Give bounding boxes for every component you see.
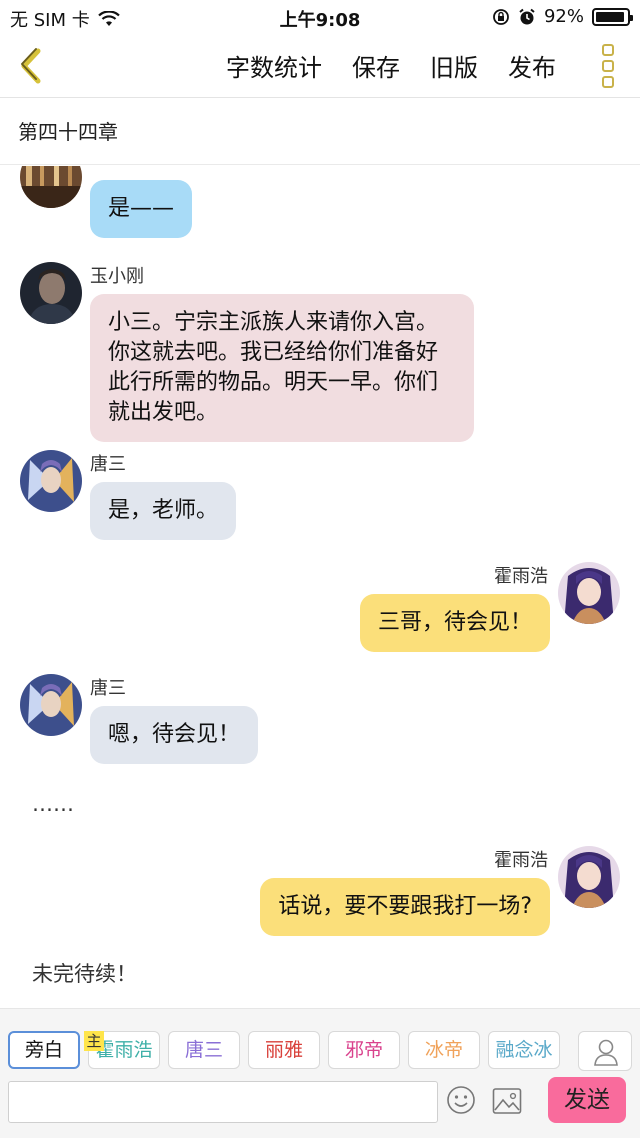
avatar[interactable] <box>20 450 82 512</box>
story-content[interactable]: 是—— 玉小刚 小三。宁宗主派族人来请你入宫。你这就去吧。我已经给你们准备好此行… <box>0 166 640 1008</box>
avatar[interactable] <box>558 846 620 908</box>
message-bubble[interactable]: 是，老师。 <box>90 482 237 540</box>
narration-text[interactable]: 未完待续！ <box>32 958 137 988</box>
narration-text[interactable]: …… <box>32 792 74 816</box>
send-button[interactable]: 发送 <box>548 1077 626 1123</box>
input-row: 发送 <box>8 1077 632 1125</box>
battery-fill <box>596 11 624 22</box>
role-chip[interactable]: 丽雅 <box>248 1031 320 1069</box>
sender-name: 唐三 <box>90 678 126 699</box>
avatar[interactable] <box>20 166 82 208</box>
sender-name: 唐三 <box>90 454 126 475</box>
person-icon <box>594 1039 618 1066</box>
role-chip-narration[interactable]: 旁白 <box>8 1031 80 1069</box>
back-chevron-icon[interactable] <box>14 46 54 86</box>
publish-button[interactable]: 发布 <box>508 48 556 83</box>
role-chip[interactable]: 邪帝 <box>328 1031 400 1069</box>
sender-name: 玉小刚 <box>90 266 144 287</box>
battery-percent: 92% <box>543 6 584 27</box>
word-count-button[interactable]: 字数统计 <box>226 48 322 83</box>
sender-name: 霍雨浩 <box>494 850 548 871</box>
chapter-title[interactable]: 第四十四章 <box>0 99 640 165</box>
role-chip[interactable]: 唐三 <box>168 1031 240 1069</box>
image-icon[interactable] <box>492 1087 522 1115</box>
orientation-lock-icon <box>493 8 509 25</box>
role-chip[interactable]: 冰帝 <box>408 1031 480 1069</box>
avatar[interactable] <box>558 562 620 624</box>
nav-actions: 字数统计 保存 旧版 发布 <box>226 48 556 83</box>
role-chip[interactable]: 融念冰 <box>488 1031 560 1069</box>
sender-name: 霍雨浩 <box>494 566 548 587</box>
message-bubble[interactable]: 三哥，待会见！ <box>359 594 550 652</box>
message-bubble[interactable]: 话说，要不要跟我打一场? <box>260 878 550 936</box>
composer-panel: 旁白 霍雨浩 唐三 丽雅 邪帝 冰帝 融念冰 主 发送 <box>0 1008 640 1138</box>
manage-roles-button[interactable] <box>578 1031 632 1071</box>
more-options-icon[interactable] <box>602 44 618 88</box>
avatar[interactable] <box>20 262 82 324</box>
message-bubble[interactable]: 嗯，待会见！ <box>90 706 259 764</box>
message-input[interactable] <box>8 1081 438 1123</box>
message-bubble[interactable]: 小三。宁宗主派族人来请你入宫。你这就去吧。我已经给你们准备好此行所需的物品。明天… <box>90 294 474 442</box>
main-role-tag: 主 <box>84 1031 104 1051</box>
alarm-icon <box>519 8 535 24</box>
old-version-button[interactable]: 旧版 <box>430 48 478 83</box>
save-button[interactable]: 保存 <box>352 48 400 83</box>
battery-icon <box>592 7 633 26</box>
editor-nav-bar: 字数统计 保存 旧版 发布 <box>0 34 640 98</box>
avatar[interactable] <box>20 674 82 736</box>
emoji-icon[interactable] <box>446 1085 476 1115</box>
status-bar: 无 SIM 卡 上午9:08 92% <box>0 0 640 34</box>
status-right: 92% <box>492 6 633 27</box>
message-bubble[interactable]: 是—— <box>90 180 193 238</box>
